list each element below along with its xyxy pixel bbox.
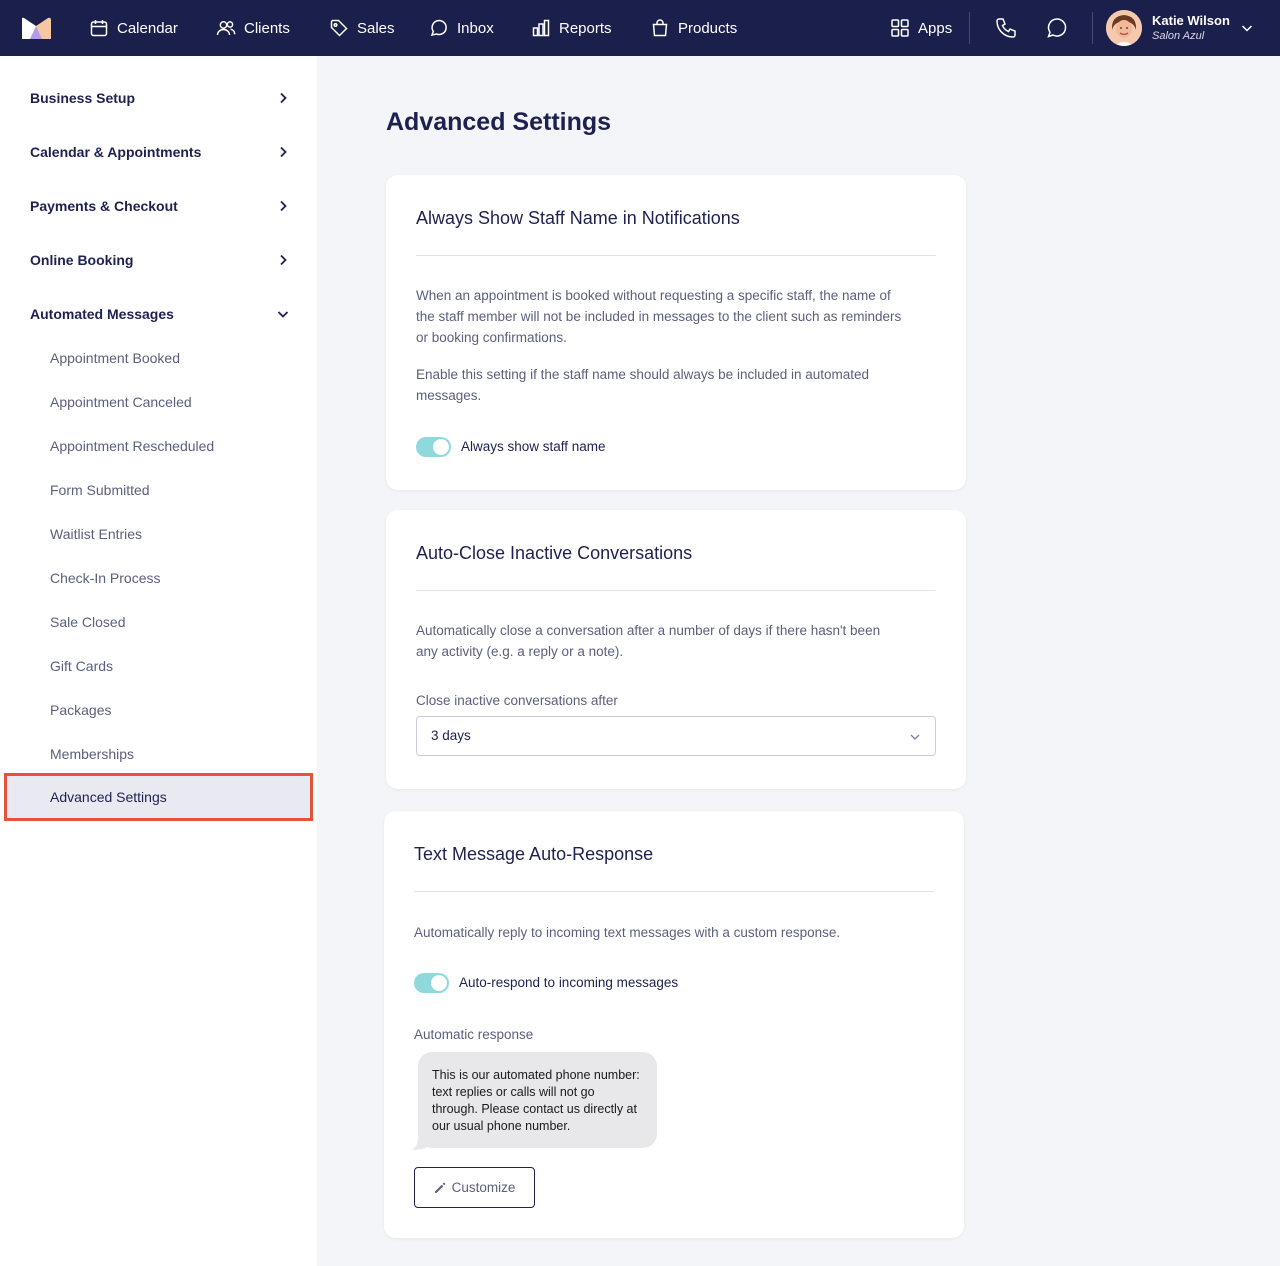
card-description: Enable this setting if the staff name sh…	[416, 367, 870, 403]
select-value: 3 days	[431, 728, 471, 743]
nav-products[interactable]: Products	[650, 0, 737, 56]
staff-name-card: Always Show Staff Name in Notifications …	[386, 175, 966, 490]
sidebar-section-label: Calendar & Appointments	[30, 144, 202, 160]
auto-close-card: Auto-Close Inactive Conversations Automa…	[386, 510, 966, 789]
bar-chart-icon	[532, 19, 550, 37]
shopping-bag-icon	[652, 19, 668, 37]
nav-inbox[interactable]: Inbox	[429, 0, 494, 56]
nav-sales-label: Sales	[357, 19, 395, 37]
sidebar-section-label: Automated Messages	[30, 306, 174, 322]
nav-products-label: Products	[678, 19, 738, 37]
sidebar-section-calendar-appointments[interactable]: Calendar & Appointments	[30, 140, 290, 164]
sidebar: Business Setup Calendar & Appointments P…	[0, 56, 317, 1266]
nav-reports-label: Reports	[559, 19, 612, 37]
chat-icon[interactable]	[1045, 16, 1069, 40]
card-description: Automatically close a conversation after…	[416, 623, 881, 659]
divider	[414, 891, 934, 892]
user-name[interactable]: Katie Wilson	[1152, 13, 1230, 28]
page-title: Advanced Settings	[386, 108, 612, 136]
nav-sales[interactable]: Sales	[329, 0, 395, 56]
nav-clients[interactable]: Clients	[216, 0, 290, 56]
toggle-label: Auto-respond to incoming messages	[459, 975, 679, 990]
sidebar-item-check-in-process[interactable]: Check-In Process	[50, 570, 160, 586]
chevron-right-icon	[280, 92, 287, 104]
sidebar-item-waitlist-entries[interactable]: Waitlist Entries	[50, 526, 142, 542]
nav-inbox-label: Inbox	[457, 19, 494, 37]
logo-icon[interactable]	[22, 17, 51, 39]
always-show-staff-name-toggle[interactable]	[416, 437, 451, 457]
sidebar-item-gift-cards[interactable]: Gift Cards	[50, 658, 113, 674]
sidebar-section-online-booking[interactable]: Online Booking	[30, 248, 290, 272]
chevron-down-icon	[910, 734, 920, 740]
apps-grid-icon	[891, 19, 909, 37]
tag-icon	[330, 19, 348, 37]
automatic-response-label: Automatic response	[414, 1027, 534, 1042]
nav-clients-label: Clients	[244, 19, 290, 37]
sidebar-item-label: Advanced Settings	[50, 789, 167, 805]
card-title: Always Show Staff Name in Notifications	[416, 208, 740, 228]
user-org: Salon Azul	[1152, 30, 1205, 42]
nav-apps[interactable]: Apps	[890, 0, 952, 56]
sidebar-section-payments-checkout[interactable]: Payments & Checkout	[30, 194, 290, 218]
divider	[416, 590, 936, 591]
auto-response-message: This is our automated phone number: text…	[418, 1052, 657, 1148]
avatar[interactable]	[1106, 10, 1142, 46]
nav-apps-label: Apps	[918, 19, 953, 37]
card-title: Auto-Close Inactive Conversations	[416, 543, 693, 563]
nav-calendar[interactable]: Calendar	[89, 0, 178, 56]
sidebar-item-sale-closed[interactable]: Sale Closed	[50, 614, 126, 630]
sidebar-item-appointment-canceled[interactable]: Appointment Canceled	[50, 394, 192, 410]
inbox-icon	[430, 19, 447, 37]
auto-respond-toggle[interactable]	[414, 973, 449, 993]
sidebar-item-packages[interactable]: Packages	[50, 702, 111, 718]
toggle-label: Always show staff name	[461, 439, 606, 454]
nav-calendar-label: Calendar	[117, 19, 178, 37]
card-description: When an appointment is booked without re…	[416, 288, 902, 345]
top-nav: Calendar Clients Sales Inbox Reports Pro…	[0, 0, 1280, 56]
sidebar-section-label: Business Setup	[30, 90, 136, 106]
card-title: Text Message Auto-Response	[414, 844, 654, 864]
chevron-right-icon	[280, 146, 287, 158]
sidebar-item-memberships[interactable]: Memberships	[50, 746, 134, 762]
nav-reports[interactable]: Reports	[531, 0, 612, 56]
sidebar-item-appointment-booked[interactable]: Appointment Booked	[50, 350, 180, 366]
customize-button[interactable]: Customize	[414, 1167, 535, 1208]
calendar-icon	[90, 20, 108, 37]
user-avatar-icon	[1106, 10, 1142, 46]
sidebar-item-advanced-settings[interactable]: Advanced Settings	[4, 773, 313, 821]
sidebar-section-label: Payments & Checkout	[30, 198, 178, 214]
chevron-right-icon	[280, 200, 287, 212]
phone-icon[interactable]	[994, 16, 1018, 40]
sidebar-section-business-setup[interactable]: Business Setup	[30, 86, 290, 110]
nav-separator	[969, 12, 970, 44]
divider	[416, 255, 936, 256]
nav-separator	[1092, 12, 1093, 44]
chevron-down-icon[interactable]	[1240, 21, 1254, 35]
sidebar-item-appointment-rescheduled[interactable]: Appointment Rescheduled	[50, 438, 214, 454]
customize-button-label: Customize	[451, 1180, 516, 1195]
chevron-down-icon	[277, 311, 289, 318]
users-icon	[216, 21, 236, 36]
sidebar-section-automated-messages[interactable]: Automated Messages	[30, 302, 290, 326]
sidebar-item-form-submitted[interactable]: Form Submitted	[50, 482, 150, 498]
close-after-select[interactable]: 3 days	[416, 716, 936, 756]
card-description: Automatically reply to incoming text mes…	[414, 925, 841, 940]
sidebar-section-label: Online Booking	[30, 252, 134, 268]
pencil-icon	[434, 1182, 445, 1193]
chevron-right-icon	[280, 254, 287, 266]
close-after-label: Close inactive conversations after	[416, 693, 618, 708]
